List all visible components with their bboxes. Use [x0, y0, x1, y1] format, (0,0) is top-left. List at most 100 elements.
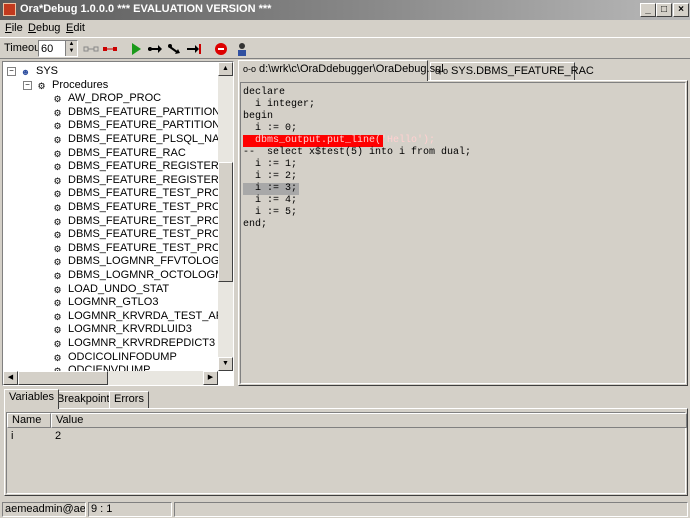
code-line[interactable]: -- select x$test(5) into i from dual; [243, 147, 471, 159]
procedure-icon: ⚙ [53, 189, 62, 200]
tree-item-procedure[interactable]: ⚙ DBMS_FEATURE_REGISTER_ALLI [52, 159, 234, 173]
collapse-icon[interactable]: − [23, 80, 32, 90]
minimize-button[interactable]: _ [640, 3, 656, 17]
hscroll-thumb[interactable] [18, 371, 108, 385]
tree-item-procedure[interactable]: ⚙ DBMS_FEATURE_TEST_PROC_1 [52, 186, 233, 200]
tree-node-procedures[interactable]: − ⚙ Procedures [23, 78, 108, 92]
procedure-icon: ⚙ [53, 257, 62, 268]
procedure-icon: ⚙ [53, 271, 62, 281]
run-to-cursor-icon[interactable] [186, 41, 202, 57]
procedure-label: DBMS_FEATURE_PARTITION_SYS [68, 105, 234, 118]
disconnect-icon[interactable] [102, 41, 118, 57]
code-line[interactable]: begin [243, 111, 273, 123]
tree-item-procedure[interactable]: ⚙ DBMS_FEATURE_TEST_PROC_3 [52, 214, 233, 228]
step-into-icon[interactable] [166, 41, 182, 57]
run-icon[interactable] [128, 41, 144, 57]
stop-icon[interactable] [213, 41, 229, 57]
menu-edit[interactable]: Edit [66, 22, 85, 34]
tree-node-sys[interactable]: − ☻ SYS [7, 64, 58, 78]
object-tree[interactable]: − ☻ SYS − ⚙ Procedures ⚙ AW_DROP_PROC ⚙ DBMS_FEAT… [2, 61, 234, 386]
title-bar: Ora*Debug 1.0.0.0 *** EVALUATION VERSION… [0, 0, 690, 20]
spinner-arrows-icon[interactable]: ▲ ▼ [65, 41, 77, 56]
variables-grid[interactable]: Name Value i 2 [6, 412, 687, 494]
scroll-thumb[interactable] [218, 162, 233, 282]
procedure-label: ODCICOLINFODUMP [68, 350, 177, 363]
tree-item-procedure[interactable]: ⚙ LOGMNR_KRVRDREPDICT3 [52, 336, 215, 350]
code-line[interactable]: i := 4; [243, 195, 297, 207]
close-button[interactable]: × [673, 3, 689, 17]
procedure-label: AW_DROP_PROC [68, 92, 162, 105]
code-line[interactable]: i := 2; [243, 171, 297, 183]
code-editor[interactable]: declare i integer; begin i := 0; dbms_out… [240, 82, 686, 384]
procedures-folder-icon: ⚙ [37, 80, 46, 91]
tree-item-procedure[interactable]: ⚙ DBMS_FEATURE_RAC [52, 146, 185, 160]
collapse-icon[interactable]: − [7, 67, 16, 76]
tree-item-procedure[interactable]: ⚙ DBMS_LOGMNR_OCTOLOGMNRT [52, 268, 234, 282]
tree-item-procedure[interactable]: ⚙ LOAD_UNDO_STAT [52, 282, 169, 296]
procedure-label: DBMS_LOGMNR_FFVTOLOGMNRT [68, 255, 234, 268]
code-line[interactable]: i := 1; [243, 159, 297, 171]
tree-item-procedure[interactable]: ⚙ DBMS_FEATURE_PLSQL_NATIVE [52, 132, 234, 146]
scroll-down-icon[interactable]: ▼ [218, 357, 233, 371]
connect-icon[interactable] [83, 41, 99, 57]
tree-item-procedure[interactable]: ⚙ DBMS_FEATURE_TEST_PROC_4 [52, 227, 233, 241]
scroll-right-icon[interactable]: ▶ [203, 371, 218, 385]
tree-item-procedure[interactable]: ⚙ ODCICOLINFODUMP [52, 350, 177, 364]
column-header-value[interactable]: Value [51, 413, 687, 428]
status-cursor-position: 9 : 1 [88, 502, 172, 517]
scroll-left-icon[interactable]: ◀ [3, 371, 18, 385]
procedure-label: LOAD_UNDO_STAT [68, 282, 170, 295]
procedure-label: DBMS_FEATURE_REGISTER_ALLI [68, 160, 234, 173]
horizontal-splitter[interactable] [0, 386, 690, 389]
breakpoint-line[interactable]: dbms_output.put_line('Hello'); [243, 135, 435, 147]
current-execution-line[interactable]: i := 3; [243, 183, 299, 195]
procedure-icon: ⚙ [53, 148, 62, 159]
maximize-button[interactable]: □ [656, 3, 672, 17]
procedure-icon: ⚙ [53, 94, 62, 105]
tree-item-procedure[interactable]: ⚙ AW_DROP_PROC [52, 91, 161, 105]
code-line[interactable]: i := 5; [243, 207, 297, 219]
menu-debug[interactable]: Debug [28, 22, 60, 34]
procedure-icon: ⚙ [53, 339, 62, 349]
app-icon [3, 3, 16, 16]
status-bar: aemeadmin@aemed 9 : 1 [0, 500, 690, 518]
tab-errors[interactable]: Errors [109, 391, 149, 408]
procedure-label: DBMS_LOGMNR_OCTOLOGMNRT [68, 269, 234, 281]
tree-vertical-scrollbar[interactable]: ▲ ▼ [218, 62, 233, 371]
code-line[interactable]: i integer; [243, 99, 315, 111]
tree-group-label: Procedures [52, 78, 109, 91]
menu-file[interactable]: File [5, 22, 23, 34]
code-line[interactable]: i := 0; [243, 123, 297, 135]
tree-item-procedure[interactable]: ⚙ LOGMNR_KRVRDLUID3 [52, 322, 192, 336]
tree-item-procedure[interactable]: ⚙ DBMS_FEATURE_PARTITION_USE [52, 118, 233, 132]
variable-name-cell[interactable]: i [7, 430, 13, 443]
procedure-label: DBMS_FEATURE_PLSQL_NATIVE [68, 133, 234, 145]
tree-item-procedure[interactable]: ⚙ LOGMNR_KRVRDA_TEST_APPLY [52, 309, 233, 323]
tree-item-procedure[interactable]: ⚙ DBMS_FEATURE_PARTITION_SYS [52, 105, 234, 119]
step-over-icon[interactable] [147, 41, 163, 57]
procedure-icon: ⚙ [53, 203, 62, 213]
code-line[interactable]: declare [243, 87, 285, 99]
code-line[interactable]: end; [243, 219, 267, 231]
timeout-spinner[interactable]: 60 ▲ ▼ [38, 40, 78, 57]
tree-horizontal-scrollbar[interactable]: ◀ ▶ [3, 371, 218, 385]
scroll-up-icon[interactable]: ▲ [218, 62, 233, 76]
procedure-icon: ⚙ [53, 284, 62, 295]
tree-item-procedure[interactable]: ⚙ DBMS_FEATURE_REGISTER_ALLI [52, 173, 234, 187]
variable-value-cell[interactable]: 2 [51, 430, 61, 443]
tree-item-procedure[interactable]: ⚙ DBMS_FEATURE_TEST_PROC_2 [52, 200, 233, 214]
column-header-name[interactable]: Name [7, 413, 51, 428]
tree-item-procedure[interactable]: ⚙ DBMS_LOGMNR_FFVTOLOGMNRT [52, 254, 234, 268]
tab-variables[interactable]: Variables [4, 389, 60, 409]
user-icon[interactable] [234, 41, 250, 57]
procedure-icon: ⚙ [53, 135, 62, 145]
tab-oradebug-sql[interactable]: o-o d:\wrk\c\OraDdebugger\OraDebug.sql [238, 60, 444, 81]
procedure-label: DBMS_FEATURE_REGISTER_ALLI [68, 173, 234, 186]
tree-item-procedure[interactable]: ⚙ LOGMNR_GTLO3 [52, 295, 158, 309]
menu-bar: File Debug Edit [0, 20, 690, 37]
procedure-icon: ⚙ [53, 352, 62, 363]
tree-item-procedure[interactable]: ⚙ DBMS_FEATURE_TEST_PROC_5 [52, 241, 233, 255]
tab-dbms-feature-rac[interactable]: o-o SYS.DBMS_FEATURE_RAC [430, 62, 594, 80]
procedure-label: LOGMNR_GTLO3 [68, 296, 159, 309]
procedure-label: LOGMNR_KRVRDLUID3 [68, 323, 192, 336]
